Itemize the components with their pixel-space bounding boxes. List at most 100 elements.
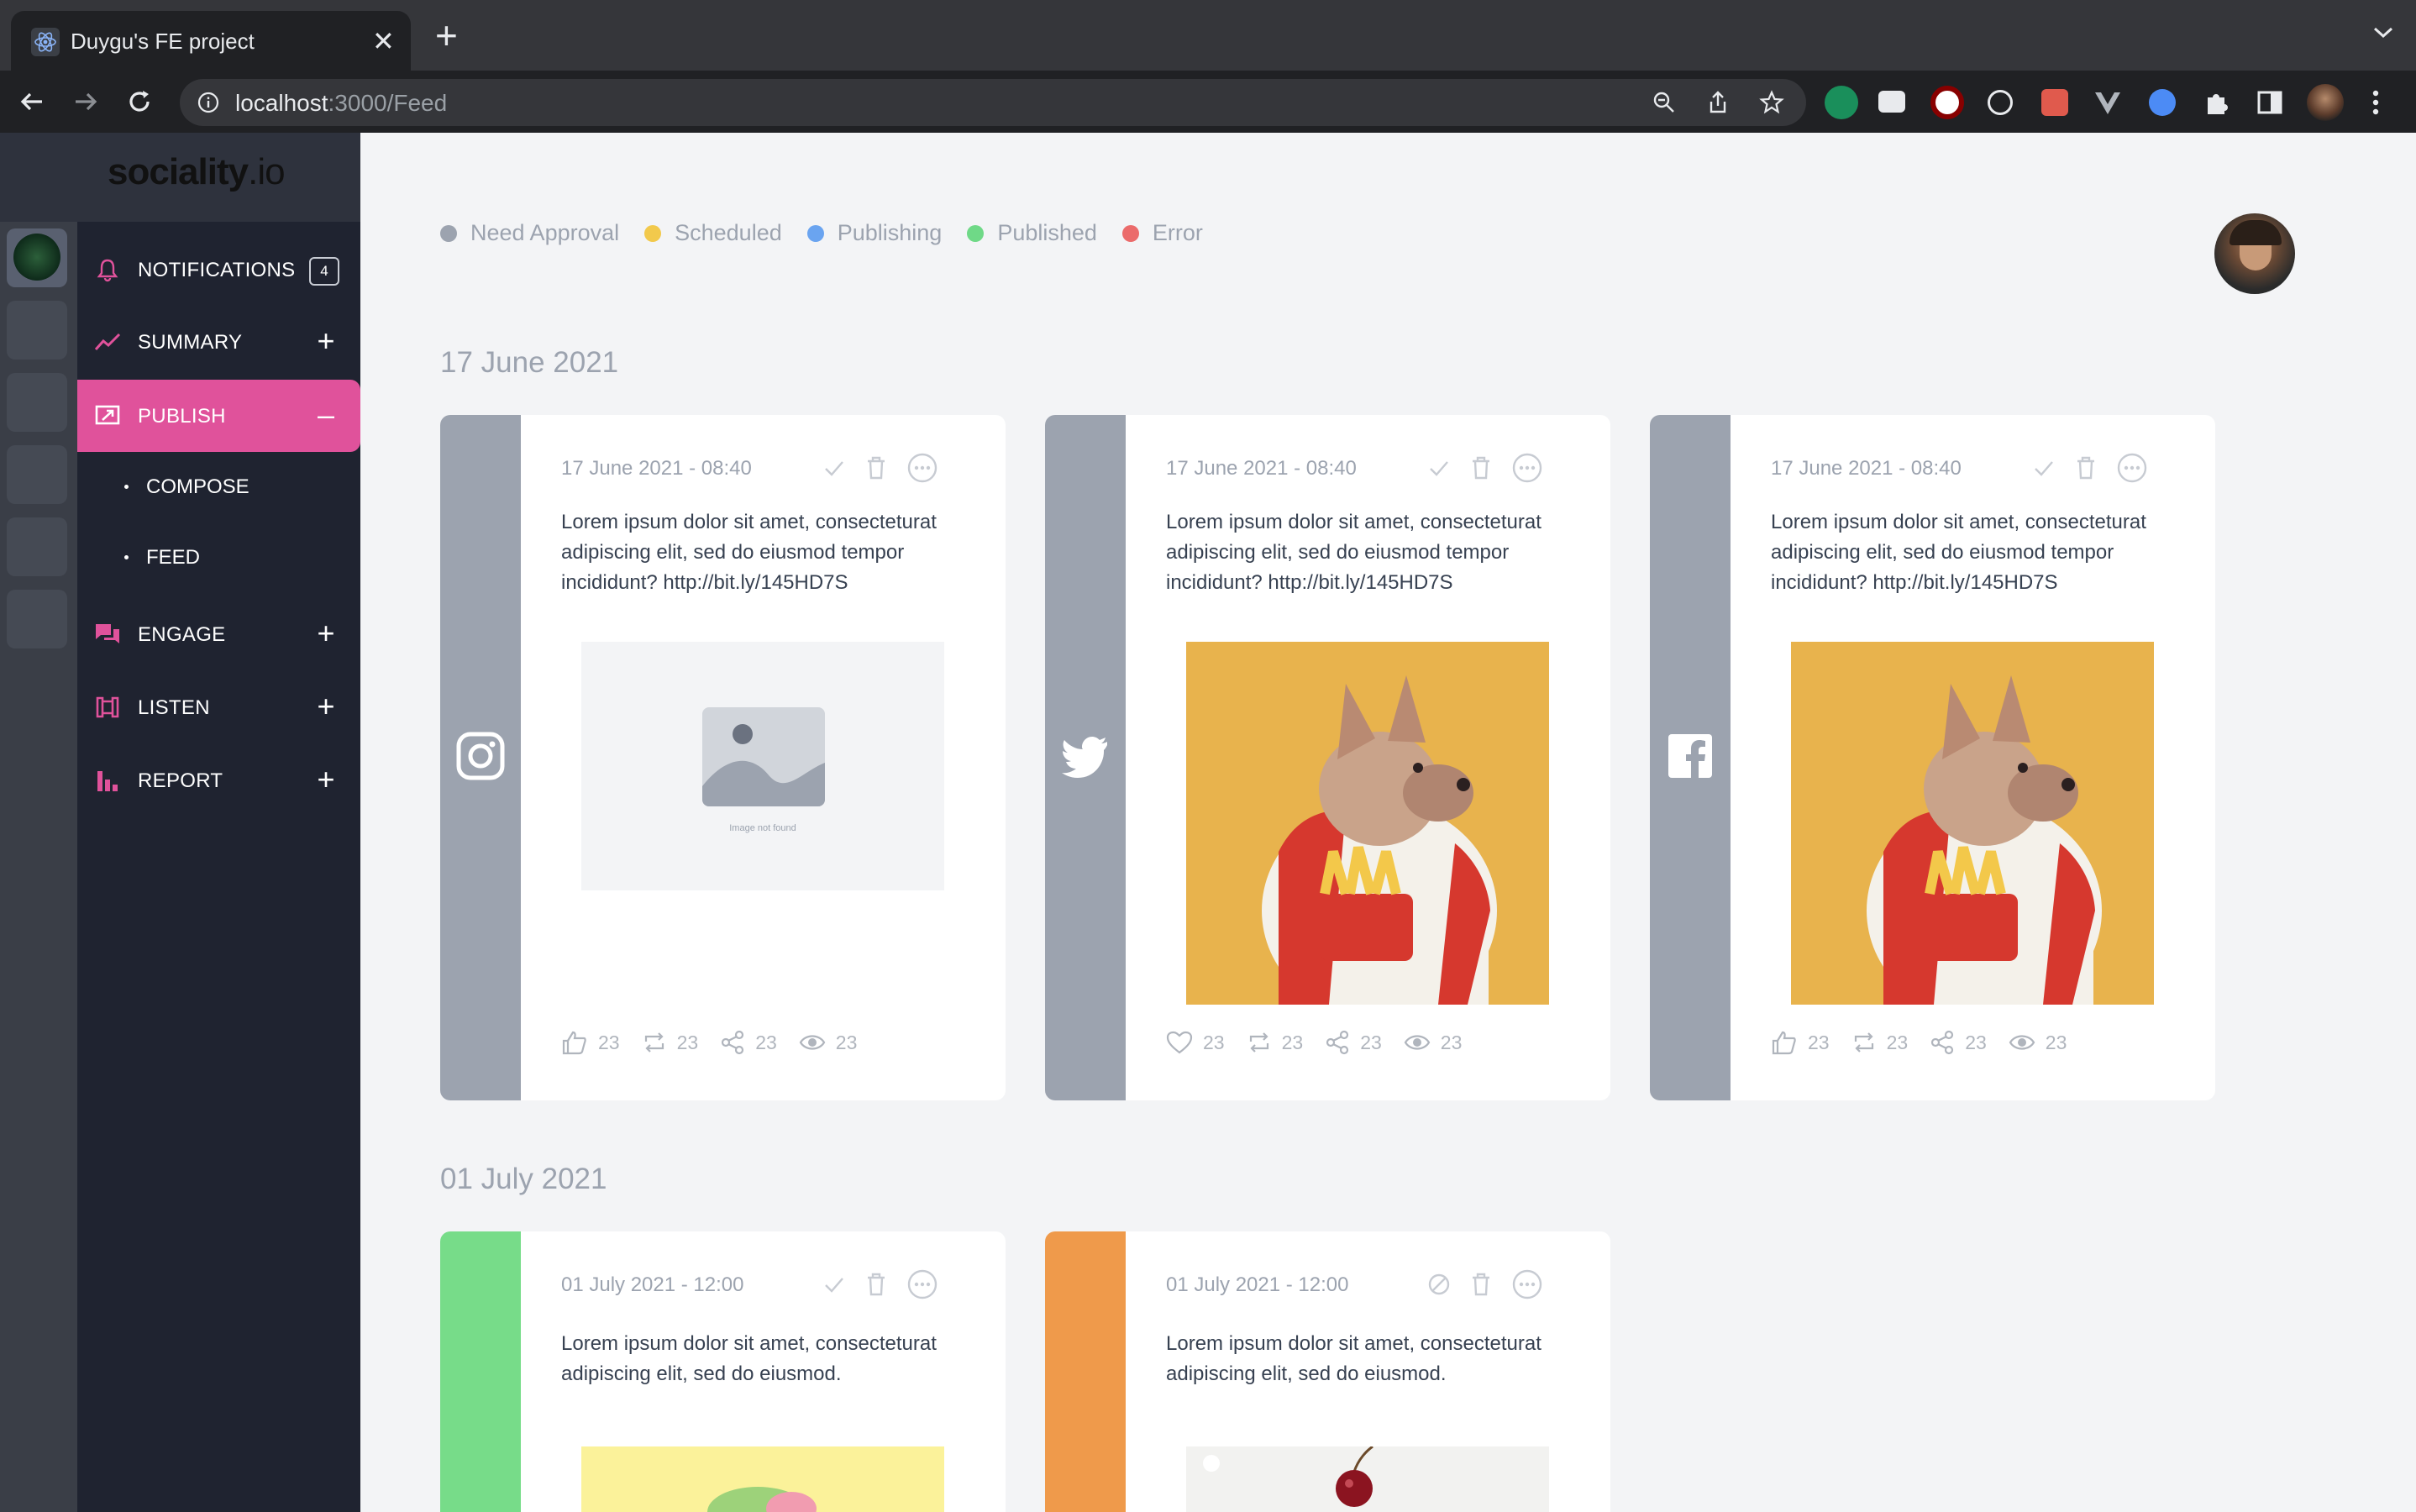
post-card[interactable]: 17 June 2021 - 08:40 Lorem ipsum dolor s… xyxy=(440,415,1006,1100)
account-avatar-2[interactable] xyxy=(7,301,67,360)
trash-icon[interactable] xyxy=(1469,1272,1493,1297)
reload-icon[interactable] xyxy=(124,87,155,117)
sidebar-item-label: SUMMARY xyxy=(138,331,243,354)
forward-icon[interactable] xyxy=(71,87,101,117)
url-text[interactable]: localhost:3000/Feed xyxy=(235,90,447,117)
retweets-stat: 23 xyxy=(642,1030,698,1055)
legend-publishing: Publishing xyxy=(806,220,942,246)
sociality-logo[interactable]: sociality.io xyxy=(108,151,286,193)
incognito-extension-icon[interactable] xyxy=(1878,91,1905,113)
more-options-icon[interactable] xyxy=(1511,452,1543,484)
bullet-icon xyxy=(124,555,129,559)
profile-avatar-icon[interactable] xyxy=(2307,84,2344,121)
vue-devtools-icon[interactable] xyxy=(2093,91,2122,116)
back-icon[interactable] xyxy=(17,87,47,117)
zoom-icon[interactable] xyxy=(1652,90,1677,115)
post-card[interactable]: 17 June 2021 - 08:40 Lorem ipsum dolor s… xyxy=(1650,415,2215,1100)
grammarly-extension-icon[interactable] xyxy=(1825,86,1858,119)
legend-need-approval: Need Approval xyxy=(440,220,619,246)
account-avatar-1[interactable] xyxy=(7,228,67,287)
approve-check-icon[interactable] xyxy=(2032,456,2056,480)
post-card[interactable]: 01 July 2021 - 12:00 Lorem ipsum dolor s… xyxy=(1045,1231,1610,1512)
more-menu-icon[interactable] xyxy=(2369,87,2382,118)
likes-stat: 23 xyxy=(1771,1030,1830,1055)
account-avatar-4[interactable] xyxy=(7,445,67,504)
trash-icon[interactable] xyxy=(1469,455,1493,480)
date-group-heading: 17 June 2021 xyxy=(440,346,619,379)
account-avatar-5[interactable] xyxy=(7,517,67,576)
post-card[interactable]: 01 July 2021 - 12:00 Lorem ipsum dolor s… xyxy=(440,1231,1006,1512)
bell-icon xyxy=(97,259,118,282)
trash-icon[interactable] xyxy=(2074,455,2098,480)
sidebar-item-listen[interactable]: LISTEN + xyxy=(77,671,360,743)
post-datetime: 17 June 2021 - 08:40 xyxy=(1166,457,1357,480)
user-avatar[interactable] xyxy=(2214,213,2295,294)
image-placeholder-icon xyxy=(702,707,825,806)
extension-icon-blue[interactable] xyxy=(2149,89,2176,116)
post-image-dog[interactable] xyxy=(1186,642,1549,1005)
sidebar-item-publish[interactable]: PUBLISH – xyxy=(77,380,360,452)
account-avatar-6[interactable] xyxy=(7,590,67,648)
ublock-origin-icon[interactable] xyxy=(1930,86,1964,119)
json-extension-icon[interactable] xyxy=(1988,90,2013,115)
more-options-icon[interactable] xyxy=(906,452,938,484)
post-card[interactable]: 17 June 2021 - 08:40 Lorem ipsum dolor s… xyxy=(1045,415,1610,1100)
post-datetime: 17 June 2021 - 08:40 xyxy=(561,457,752,480)
extension-icon[interactable] xyxy=(2041,89,2068,116)
views-stat: 23 xyxy=(2009,1032,2067,1054)
address-bar[interactable]: localhost:3000/Feed xyxy=(180,79,1806,126)
expand-plus-icon[interactable]: + xyxy=(313,326,339,356)
post-image-cherry[interactable] xyxy=(1186,1446,1549,1512)
post-text: Lorem ipsum dolor sit amet, consectetura… xyxy=(561,511,937,594)
approve-check-icon[interactable] xyxy=(1427,456,1451,480)
facebook-icon xyxy=(1668,734,1712,778)
sidebar-item-notifications[interactable]: NOTIFICATIONS 4 xyxy=(77,234,360,306)
account-avatar-3[interactable] xyxy=(7,373,67,432)
cherry-photo xyxy=(1203,1446,1373,1507)
status-dot xyxy=(1121,224,1139,242)
repeat-icon xyxy=(644,1032,664,1053)
retweets-stat: 23 xyxy=(1851,1030,1908,1055)
sidebar-item-label: NOTIFICATIONS xyxy=(138,259,296,281)
close-tab-icon[interactable]: ✕ xyxy=(372,24,395,58)
status-dot xyxy=(967,224,985,242)
more-options-icon[interactable] xyxy=(1511,1268,1543,1300)
approve-check-icon[interactable] xyxy=(822,1273,846,1296)
sidebar-item-engage[interactable]: ENGAGE + xyxy=(77,598,360,670)
tab-search-icon[interactable] xyxy=(2372,25,2394,40)
post-image-dog[interactable] xyxy=(1791,642,2154,1005)
thumbs-up-icon xyxy=(562,1031,586,1055)
post-text: Lorem ipsum dolor sit amet, consectetura… xyxy=(1771,511,2146,594)
heart-icon xyxy=(1166,1031,1193,1054)
expand-plus-icon[interactable]: + xyxy=(313,691,339,722)
more-options-icon[interactable] xyxy=(906,1268,938,1300)
new-tab-button[interactable]: + xyxy=(435,16,458,55)
expand-plus-icon[interactable]: + xyxy=(313,618,339,648)
sidebar-item-summary[interactable]: SUMMARY + xyxy=(77,306,360,378)
block-icon[interactable] xyxy=(1427,1273,1451,1296)
browser-tab[interactable]: Duygu's FE project ✕ xyxy=(11,11,411,71)
likes-stat: 23 xyxy=(561,1030,620,1055)
share-icon xyxy=(1326,1030,1349,1055)
post-actions xyxy=(822,1268,938,1300)
retweets-stat: 23 xyxy=(1247,1030,1303,1055)
views-stat: 23 xyxy=(1404,1032,1462,1054)
more-options-icon[interactable] xyxy=(2116,452,2148,484)
trash-icon[interactable] xyxy=(864,1272,888,1297)
share-icon[interactable] xyxy=(1705,90,1731,115)
approve-check-icon[interactable] xyxy=(822,456,846,480)
post-image-yellow[interactable] xyxy=(581,1446,944,1512)
sidebar-item-report[interactable]: REPORT + xyxy=(77,744,360,816)
puzzle-extensions-icon[interactable] xyxy=(2203,89,2231,118)
sidebar-item-label: ENGAGE xyxy=(138,623,226,646)
trash-icon[interactable] xyxy=(864,455,888,480)
collapse-minus-icon[interactable]: – xyxy=(313,400,339,430)
legend-error: Error xyxy=(1121,220,1203,246)
bookmark-star-icon[interactable] xyxy=(1759,90,1784,115)
legend-scheduled: Scheduled xyxy=(644,220,782,246)
info-icon[interactable] xyxy=(197,91,220,114)
side-panel-icon[interactable] xyxy=(2256,89,2283,116)
post-datetime: 17 June 2021 - 08:40 xyxy=(1771,457,1962,480)
expand-plus-icon[interactable]: + xyxy=(313,764,339,795)
status-strip xyxy=(1650,415,1731,1100)
